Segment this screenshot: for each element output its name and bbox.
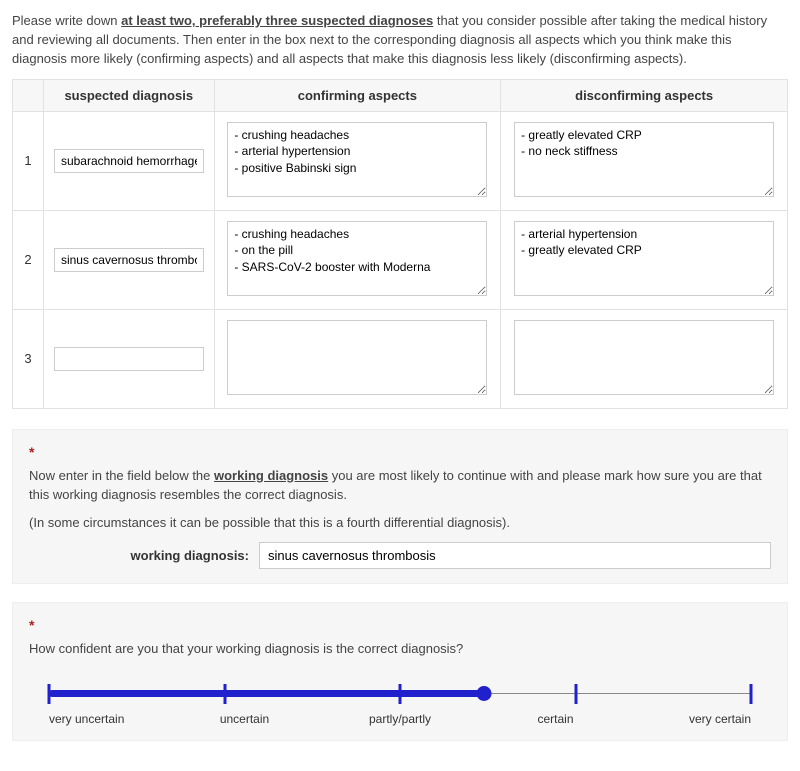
slider-tick: [574, 684, 577, 704]
slider-tick: [750, 684, 753, 704]
disconfirming-input-1[interactable]: [514, 122, 774, 197]
header-confirming: confirming aspects: [214, 79, 501, 111]
diagnosis-input-2[interactable]: [54, 248, 204, 272]
row-number: 3: [13, 309, 44, 408]
required-asterisk: *: [29, 617, 771, 633]
intro-underlined: at least two, preferably three suspected…: [121, 13, 433, 28]
table-row: 2: [13, 210, 788, 309]
slider-handle[interactable]: [477, 686, 492, 701]
table-row: 3: [13, 309, 788, 408]
disconfirming-input-2[interactable]: [514, 221, 774, 296]
confirming-input-2[interactable]: [227, 221, 487, 296]
diagnosis-input-3[interactable]: [54, 347, 204, 371]
working-diagnosis-input[interactable]: [259, 542, 771, 569]
row-number: 2: [13, 210, 44, 309]
confidence-block: * How confident are you that your workin…: [12, 602, 788, 741]
working-diagnosis-text: Now enter in the field below the working…: [29, 466, 771, 505]
working-diagnosis-block: * Now enter in the field below the worki…: [12, 429, 788, 585]
row-number: 1: [13, 111, 44, 210]
wd-text-underlined: working diagnosis: [214, 468, 328, 483]
confidence-slider[interactable]: [49, 684, 751, 704]
diagnosis-table: suspected diagnosis confirming aspects d…: [12, 79, 788, 409]
header-disconfirming: disconfirming aspects: [501, 79, 788, 111]
intro-text: Please write down at least two, preferab…: [12, 12, 788, 69]
working-diagnosis-label: working diagnosis:: [119, 548, 249, 563]
wd-text-before: Now enter in the field below the: [29, 468, 214, 483]
working-diagnosis-note: (In some circumstances it can be possibl…: [29, 513, 771, 533]
confidence-question: How confident are you that your working …: [29, 639, 771, 659]
slider-fill: [49, 690, 484, 697]
disconfirming-input-3[interactable]: [514, 320, 774, 395]
confirming-input-3[interactable]: [227, 320, 487, 395]
diagnosis-input-1[interactable]: [54, 149, 204, 173]
table-row: 1: [13, 111, 788, 210]
confirming-input-1[interactable]: [227, 122, 487, 197]
header-diagnosis: suspected diagnosis: [44, 79, 215, 111]
header-number: [13, 79, 44, 111]
required-asterisk: *: [29, 444, 771, 460]
intro-before: Please write down: [12, 13, 121, 28]
